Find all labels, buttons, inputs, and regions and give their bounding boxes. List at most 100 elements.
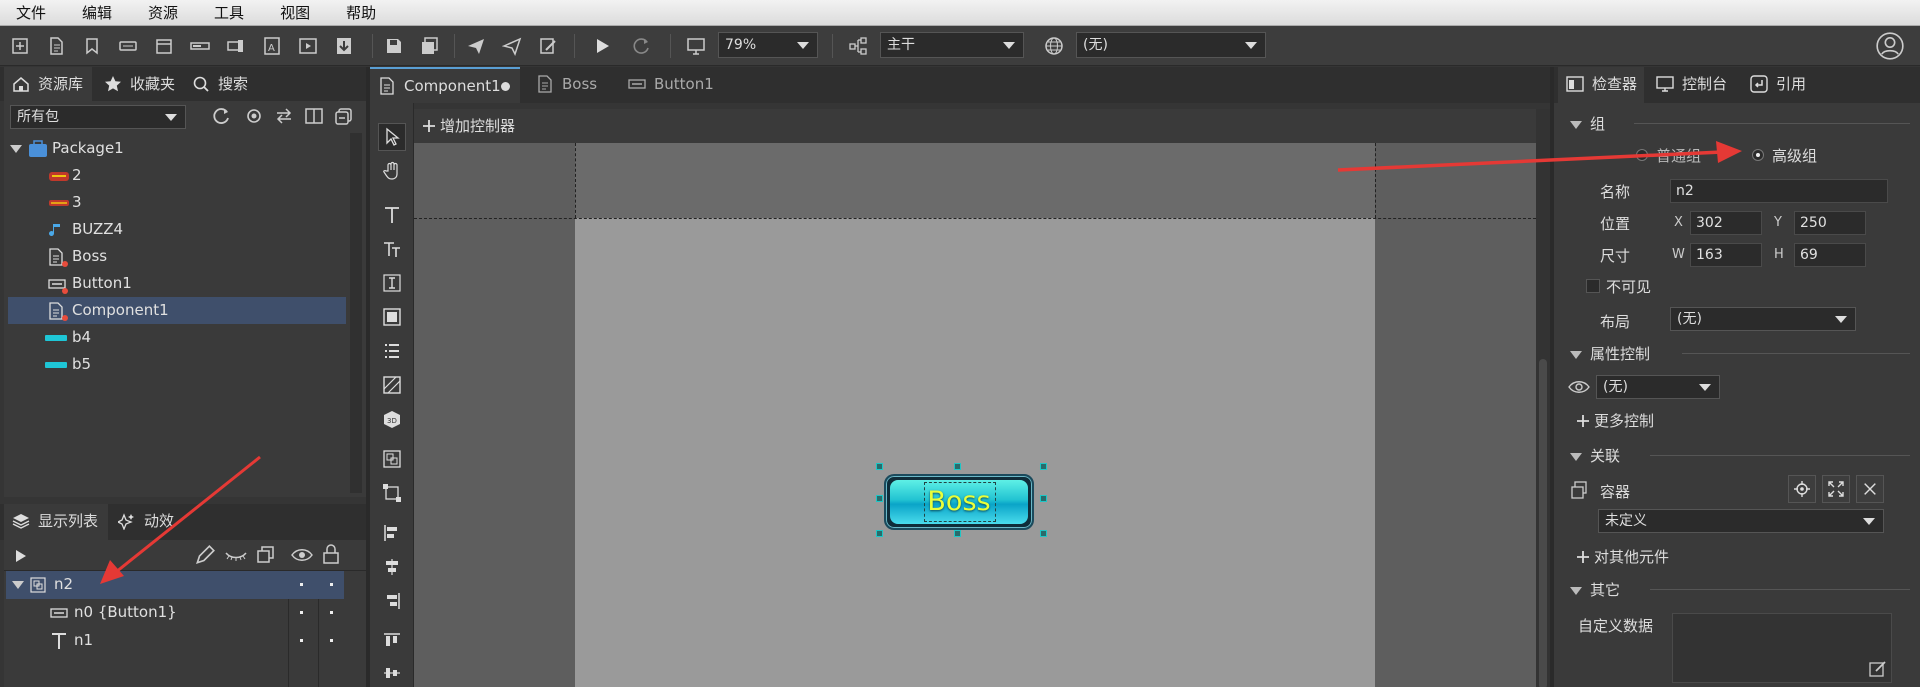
tree-item-component1[interactable]: Component1	[8, 297, 346, 324]
group-tool-icon[interactable]	[378, 445, 406, 473]
new-label-icon[interactable]	[78, 32, 106, 60]
save-icon[interactable]	[380, 32, 408, 60]
clear-relation-button[interactable]	[1856, 475, 1884, 503]
collapse-icon[interactable]	[332, 104, 356, 128]
name-input[interactable]: n2	[1670, 179, 1888, 203]
menu-tools[interactable]: 工具	[194, 0, 260, 26]
section-other[interactable]: 其它	[1570, 579, 1620, 600]
section-group[interactable]: 组	[1570, 113, 1605, 134]
menu-edit[interactable]: 编辑	[62, 0, 128, 26]
new-movieclip-icon[interactable]	[294, 32, 322, 60]
lock-dot[interactable]	[330, 611, 333, 614]
hand-tool-icon[interactable]	[378, 157, 406, 185]
tree-package[interactable]: Package1	[4, 135, 344, 162]
tree-item-2[interactable]: 2	[4, 162, 344, 189]
tab-favorites[interactable]: 收藏夹	[96, 67, 182, 101]
input-text-tool-icon[interactable]	[378, 269, 406, 297]
copy-icon[interactable]	[256, 544, 276, 566]
lock-icon[interactable]	[322, 543, 340, 565]
tab-button1[interactable]: Button1	[620, 67, 732, 103]
hide-eye-closed-icon[interactable]	[224, 544, 248, 566]
refresh-library-icon[interactable]	[210, 104, 234, 128]
resize-handle[interactable]	[876, 495, 883, 502]
preview-device-icon[interactable]	[682, 32, 710, 60]
publish-icon[interactable]	[462, 32, 490, 60]
language-globe-icon[interactable]	[1040, 32, 1068, 60]
package-filter-select[interactable]: 所有包	[10, 105, 186, 129]
tab-display-list[interactable]: 显示列表	[4, 504, 108, 540]
resize-handle[interactable]	[954, 530, 961, 537]
new-component-icon[interactable]	[42, 32, 70, 60]
custom-data-textarea[interactable]	[1672, 613, 1892, 683]
stage-scrollbar[interactable]	[1536, 109, 1550, 687]
menu-help[interactable]: 帮助	[326, 0, 392, 26]
visibility-eye-icon[interactable]	[290, 544, 314, 566]
new-button-icon[interactable]	[114, 32, 142, 60]
resize-handle[interactable]	[954, 463, 961, 470]
stage-scrollbar-thumb[interactable]	[1539, 359, 1547, 687]
menu-resources[interactable]: 资源	[128, 0, 194, 26]
height-input[interactable]: 69	[1794, 243, 1866, 267]
publish-settings-icon[interactable]	[498, 32, 526, 60]
save-all-icon[interactable]	[416, 32, 444, 60]
radio-normal-group[interactable]	[1636, 149, 1648, 161]
layout-select[interactable]: (无)	[1670, 307, 1856, 331]
resize-handle[interactable]	[1040, 463, 1047, 470]
relation-target-select[interactable]: 未定义	[1598, 509, 1884, 533]
display-item-n0[interactable]: n0 {Button1}	[6, 599, 344, 627]
play-icon[interactable]	[588, 32, 616, 60]
tab-boss[interactable]: Boss	[528, 67, 618, 103]
locate-icon[interactable]	[242, 104, 266, 128]
language-select[interactable]: (无)	[1076, 32, 1266, 58]
edit-icon[interactable]	[1869, 660, 1887, 678]
tree-item-3[interactable]: 3	[4, 189, 344, 216]
more-control-button[interactable]: 更多控制	[1576, 409, 1654, 433]
user-avatar-icon[interactable]	[1874, 30, 1906, 62]
publish-edit-icon[interactable]	[534, 32, 562, 60]
tab-console[interactable]: 控制台	[1648, 67, 1740, 103]
add-controller-button[interactable]: 增加控制器	[420, 113, 515, 139]
invisible-checkbox[interactable]	[1586, 279, 1600, 293]
display-item-n1[interactable]: n1	[6, 627, 344, 655]
resize-handle[interactable]	[876, 530, 883, 537]
tab-library[interactable]: 资源库	[4, 67, 92, 101]
richtext-tool-icon[interactable]	[378, 235, 406, 263]
swap-icon[interactable]	[272, 104, 296, 128]
display-item-n2[interactable]: n2	[6, 571, 344, 599]
radio-advanced-group[interactable]	[1752, 149, 1764, 161]
tree-item-b4[interactable]: b4	[4, 324, 344, 351]
library-scrollbar[interactable]	[350, 133, 362, 493]
tree-item-buzz4[interactable]: BUZZ4	[4, 216, 344, 243]
list-tool-icon[interactable]	[378, 337, 406, 365]
add-relation-button[interactable]: 对其他元件	[1576, 545, 1669, 569]
boss-button-component[interactable]: Boss	[884, 474, 1034, 530]
import-icon[interactable]	[330, 32, 358, 60]
image-tool-icon[interactable]	[378, 303, 406, 331]
lock-dot[interactable]	[330, 583, 333, 586]
refresh-icon[interactable]	[628, 32, 656, 60]
text-tool-icon[interactable]	[378, 201, 406, 229]
graph-tool-icon[interactable]	[378, 371, 406, 399]
new-combobox-icon[interactable]	[150, 32, 178, 60]
menu-file[interactable]: 文件	[12, 0, 62, 26]
3d-tool-icon[interactable]: 3D	[378, 405, 406, 433]
width-input[interactable]: 163	[1690, 243, 1762, 267]
resize-handle[interactable]	[1040, 495, 1047, 502]
expand-arrow-icon[interactable]	[10, 145, 22, 153]
resize-handle[interactable]	[1040, 530, 1047, 537]
expand-arrow-icon[interactable]	[12, 581, 24, 589]
y-input[interactable]: 250	[1794, 211, 1866, 235]
tree-item-b5[interactable]: b5	[4, 351, 344, 378]
tree-item-button1[interactable]: Button1	[4, 270, 344, 297]
section-relations[interactable]: 关联	[1570, 445, 1620, 466]
target-button[interactable]	[1788, 475, 1816, 503]
visible-dot[interactable]	[300, 611, 303, 614]
tab-references[interactable]: 引用	[1742, 67, 1816, 103]
lock-dot[interactable]	[330, 639, 333, 642]
resize-handle[interactable]	[876, 463, 883, 470]
align-top-icon[interactable]	[378, 627, 406, 655]
new-package-icon[interactable]	[6, 32, 34, 60]
branch-select[interactable]: 主干	[880, 32, 1024, 58]
tree-item-boss[interactable]: Boss	[4, 243, 344, 270]
visible-dot[interactable]	[300, 639, 303, 642]
